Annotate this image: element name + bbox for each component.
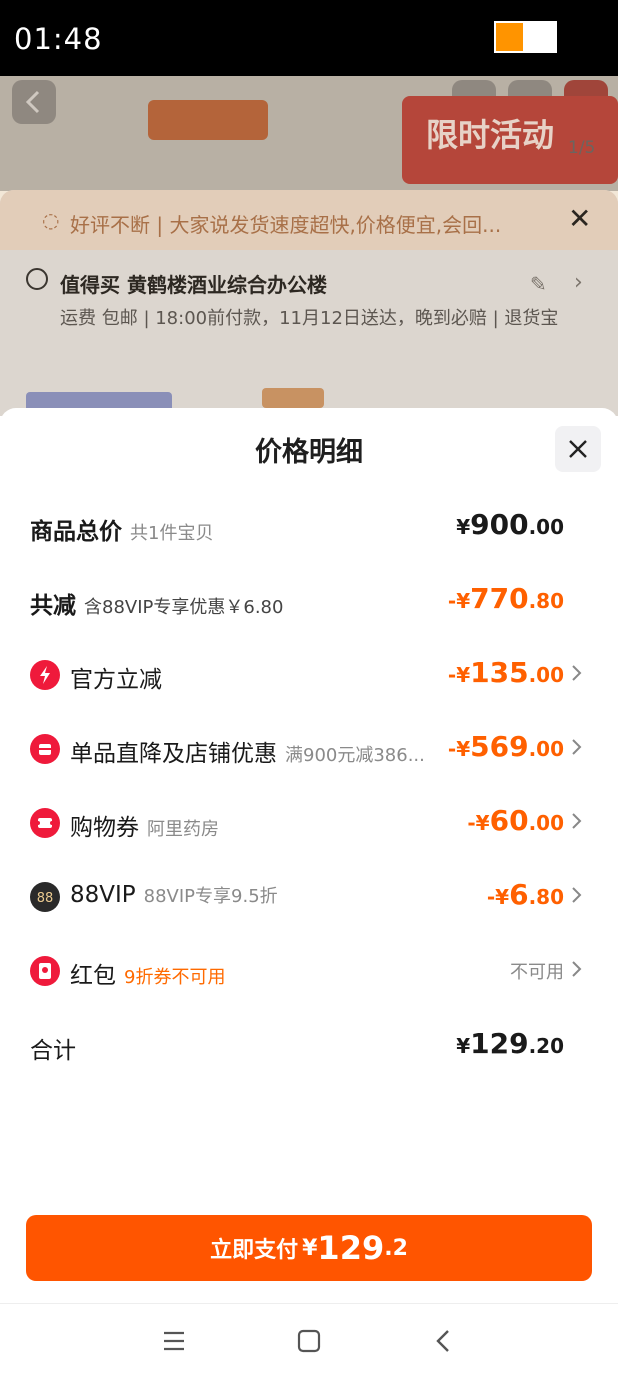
row-label: 购物券 (70, 815, 139, 841)
status-bar: 01:48 (0, 0, 618, 76)
vip-88-icon: 88 (30, 882, 60, 912)
promo-banner-text: 限时活动 (426, 116, 555, 154)
sheet-title: 价格明细 (255, 437, 363, 468)
pay-now-button[interactable]: 立即支付 ¥ 129 .2 (26, 1215, 592, 1281)
chevron-right-icon: › (574, 270, 583, 295)
battery-icon (494, 21, 557, 53)
shipping-text: 运费 包邮 | 18:00前付款，11月12日送达，晚到必赔 | 退货宝 (60, 308, 559, 329)
pay-amount-dec: .2 (384, 1235, 408, 1261)
row-sub: 阿里药房 (147, 819, 219, 840)
location-icon (26, 268, 48, 290)
row-red-packet[interactable]: 红包 9折券不可用 不可用 (30, 950, 590, 990)
back-nav-icon[interactable] (432, 1328, 454, 1354)
svg-text:88: 88 (37, 891, 54, 906)
row-sub: 共1件宝贝 (130, 523, 214, 544)
row-sum: 合计 ¥129.20 (30, 1025, 590, 1065)
pay-currency: ¥ (302, 1235, 318, 1261)
row-label: 红包 (70, 963, 116, 989)
row-official-discount[interactable]: 官方立减 -¥135.00 (30, 654, 590, 694)
product-page-background: 限时活动 1/5 ◌ 好评不断 | 大家说发货速度超快,价格便宜,会回... ✕… (0, 76, 618, 416)
row-sub: 含88VIP专享优惠￥6.80 (84, 597, 284, 618)
row-value: ¥900.00 (456, 508, 564, 541)
chevron-right-icon (572, 961, 582, 977)
address-label: 值得买 黄鹤楼酒业综合办公楼 (60, 273, 327, 297)
row-label: 88VIP (70, 882, 136, 908)
row-label: 商品总价 (30, 519, 122, 545)
lightning-icon (30, 660, 60, 690)
chevron-right-icon (572, 739, 582, 755)
home-icon[interactable] (297, 1329, 321, 1353)
row-coupon[interactable]: 购物券 阿里药房 -¥60.00 (30, 802, 590, 842)
coupon-icon (30, 808, 60, 838)
price-peek (262, 388, 324, 408)
chevron-right-icon (572, 887, 582, 903)
system-nav-bar (0, 1303, 618, 1375)
image-pager: 1/5 (568, 138, 596, 158)
pay-label: 立即支付 (210, 1238, 299, 1263)
hero-pill (148, 100, 268, 140)
edit-icon: ✎ (530, 272, 547, 296)
notice-close-icon: ✕ (568, 202, 592, 235)
row-store-discount[interactable]: 单品直降及店铺优惠 满900元减386... -¥569.00 (30, 728, 590, 768)
row-88vip[interactable]: 88 88VIP 88VIP专享9.5折 -¥6.80 (30, 876, 590, 916)
row-status: 不可用 (510, 962, 564, 983)
row-value: -¥569.00 (447, 730, 564, 763)
row-sub: 9折券不可用 (124, 967, 226, 988)
row-value: -¥60.00 (467, 804, 564, 837)
recent-apps-icon[interactable] (162, 1330, 186, 1352)
row-value: -¥135.00 (447, 656, 564, 689)
row-total-price: 商品总价 共1件宝贝 ¥900.00 (30, 506, 590, 546)
pay-amount-int: 129 (317, 1229, 385, 1267)
review-icon: ◌ (42, 208, 60, 232)
chevron-right-icon (572, 665, 582, 681)
chevron-right-icon (572, 813, 582, 829)
row-sub: 88VIP专享9.5折 (143, 886, 278, 907)
red-packet-icon (30, 956, 60, 986)
row-label: 共减 (30, 593, 76, 619)
row-value: -¥6.80 (486, 878, 564, 911)
back-icon (12, 80, 56, 124)
shop-icon (30, 734, 60, 764)
close-button[interactable] (555, 426, 601, 472)
row-total-discount: 共减 含88VIP专享优惠￥6.80 -¥770.80 (30, 580, 590, 620)
row-label: 单品直降及店铺优惠 (70, 741, 277, 767)
row-label: 合计 (30, 1038, 76, 1064)
notice-text: 好评不断 | 大家说发货速度超快,价格便宜,会回... (70, 213, 502, 237)
row-label: 官方立减 (70, 667, 162, 693)
row-sub: 满900元减386... (285, 745, 425, 766)
status-time: 01:48 (14, 22, 103, 56)
row-value: ¥129.20 (456, 1027, 564, 1060)
close-icon (569, 440, 587, 458)
row-value: -¥770.80 (447, 582, 564, 615)
